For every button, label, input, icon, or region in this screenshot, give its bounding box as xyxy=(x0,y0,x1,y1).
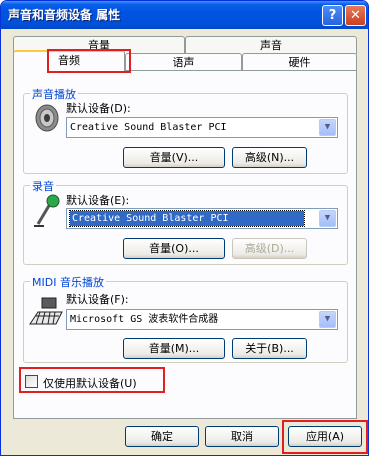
cancel-button[interactable]: 取消 xyxy=(205,426,279,447)
tab-voice-label: 语声 xyxy=(172,56,195,69)
apply-button[interactable]: 应用(A) xyxy=(288,426,362,447)
midi-device-label: 默认设备(F): xyxy=(66,293,129,306)
recording-group: 录音 默认设备(E): Creative Sound Blaster PCI ▼… xyxy=(23,178,348,265)
tab-panel: 声音播放 默认设备(D): Creative Sound Blaster PCI… xyxy=(13,70,357,419)
tab-hardware-label: 硬件 xyxy=(288,56,311,69)
recording-volume-button[interactable]: 音量(O)... xyxy=(123,238,225,259)
playback-advanced-button[interactable]: 高级(N)... xyxy=(232,147,307,168)
recording-advanced-button: 高级(D)... xyxy=(232,238,307,259)
help-button[interactable]: ? xyxy=(322,5,343,26)
playback-volume-button[interactable]: 音量(V)... xyxy=(123,147,225,168)
midi-about-button[interactable]: 关于(B)... xyxy=(232,338,307,359)
recording-device-label: 默认设备(E): xyxy=(66,194,130,207)
midi-device-select[interactable]: Microsoft GS 波表软件合成器 ▼ xyxy=(66,309,338,330)
chevron-down-icon[interactable]: ▼ xyxy=(319,210,336,227)
recording-group-label: 录音 xyxy=(30,178,56,194)
tab-audio-label: 音频 xyxy=(58,54,80,67)
midi-group-label: MIDI 音乐播放 xyxy=(30,274,106,290)
use-default-only-checkbox[interactable]: 仅使用默认设备(U) xyxy=(25,374,165,390)
midi-group: MIDI 音乐播放 默认设备(F): Microsoft GS 波表软件合成器 … xyxy=(23,274,348,363)
playback-device-select[interactable]: Creative Sound Blaster PCI ▼ xyxy=(66,117,338,138)
window-title: 声音和音频设备 属性 xyxy=(8,8,121,22)
tab-audio[interactable]: 音频 xyxy=(13,50,125,71)
chevron-down-icon[interactable]: ▼ xyxy=(319,119,336,136)
recording-device-select[interactable]: Creative Sound Blaster PCI ▼ xyxy=(66,208,338,229)
midi-device-value: Microsoft GS 波表软件合成器 xyxy=(70,314,219,325)
title-bar[interactable]: 声音和音频设备 属性 ? ✕ xyxy=(1,1,368,29)
ok-button[interactable]: 确定 xyxy=(125,426,199,447)
chevron-down-icon[interactable]: ▼ xyxy=(319,311,336,328)
playback-device-label: 默认设备(D): xyxy=(66,102,131,115)
recording-device-value: Creative Sound Blaster PCI xyxy=(69,210,305,227)
playback-device-value: Creative Sound Blaster PCI xyxy=(70,122,227,133)
tab-hardware[interactable]: 硬件 xyxy=(242,53,357,71)
midi-volume-button[interactable]: 音量(M)... xyxy=(123,338,225,359)
close-button[interactable]: ✕ xyxy=(345,5,366,26)
tab-voice[interactable]: 语声 xyxy=(125,53,242,71)
tab-sounds-label: 声音 xyxy=(260,39,282,52)
use-default-only-label: 仅使用默认设备(U) xyxy=(43,377,137,390)
tab-sounds[interactable]: 声音 xyxy=(185,36,357,54)
properties-window: 声音和音频设备 属性 ? ✕ 音量 声音 音频 语声 硬件 声音播放 默认设备(… xyxy=(0,0,369,456)
speaker-icon xyxy=(35,104,59,132)
playback-group: 声音播放 默认设备(D): Creative Sound Blaster PCI… xyxy=(23,86,348,174)
checkbox-box[interactable] xyxy=(25,375,38,388)
microphone-icon xyxy=(34,194,60,227)
keyboard-icon xyxy=(29,297,63,325)
